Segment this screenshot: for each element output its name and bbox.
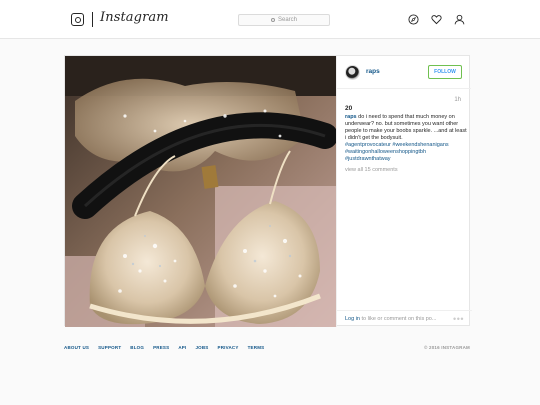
post-caption: raps do i need to spend that much money … — [345, 114, 469, 163]
login-prompt: Log in to like or comment on this po... — [345, 316, 436, 322]
search-icon — [270, 17, 275, 22]
post-photo[interactable] — [65, 56, 336, 327]
post-actions-footer: Log in to like or comment on this po... … — [337, 310, 472, 327]
caption-username[interactable]: raps — [345, 114, 357, 120]
caption-hashtag[interactable]: #agentprovocateur #weekendshenanigans — [345, 142, 469, 149]
post-header: raps FOLLOW — [337, 56, 471, 89]
lingerie-photo-image — [65, 56, 336, 327]
caption-hashtag[interactable]: #justdrawnthatway — [345, 156, 469, 163]
footer-links: ABOUT US SUPPORT BLOG PRESS API JOBS PRI… — [64, 345, 470, 350]
footer-link-about[interactable]: ABOUT US — [64, 345, 89, 350]
view-all-comments-link[interactable]: view all 15 comments — [345, 167, 398, 173]
logo-divider — [92, 12, 93, 27]
instagram-camera-icon[interactable] — [71, 13, 84, 26]
post-age[interactable]: 1h — [454, 97, 461, 103]
footer-link-press[interactable]: PRESS — [153, 345, 169, 350]
heart-icon[interactable] — [431, 14, 442, 25]
likes-count[interactable]: 20 — [345, 105, 352, 112]
copyright-text: © 2016 INSTAGRAM — [424, 345, 470, 350]
follow-button[interactable]: FOLLOW — [428, 65, 462, 79]
footer-link-privacy[interactable]: PRIVACY — [218, 345, 239, 350]
caption-text: do i need to spend that much money on un… — [345, 114, 467, 141]
more-options-icon[interactable]: ••• — [453, 314, 464, 324]
profile-icon[interactable] — [454, 14, 465, 25]
avatar[interactable] — [345, 65, 360, 80]
footer-link-api[interactable]: API — [178, 345, 186, 350]
login-link[interactable]: Log in — [345, 316, 360, 322]
page-footer: ABOUT US SUPPORT BLOG PRESS API JOBS PRI… — [64, 345, 470, 355]
footer-link-terms[interactable]: TERMS — [248, 345, 265, 350]
compass-icon[interactable] — [408, 14, 419, 25]
post-username[interactable]: raps — [366, 68, 380, 75]
top-nav-bar: Instagram Search — [0, 0, 540, 39]
search-placeholder: Search — [277, 17, 297, 23]
footer-link-support[interactable]: SUPPORT — [98, 345, 121, 350]
search-input[interactable]: Search — [238, 14, 330, 26]
caption-hashtag[interactable]: #waitingonhalloweenshoppingtbh — [345, 149, 469, 156]
likes-row: 20 1h — [345, 97, 464, 115]
post-sidebar: raps FOLLOW 20 1h raps do i need to spen… — [336, 56, 472, 327]
footer-link-blog[interactable]: BLOG — [130, 345, 144, 350]
post-card: raps FOLLOW 20 1h raps do i need to spen… — [64, 55, 472, 327]
login-prompt-text: to like or comment on this po... — [360, 316, 437, 322]
instagram-wordmark-logo[interactable]: Instagram — [100, 10, 169, 25]
footer-link-jobs[interactable]: JOBS — [195, 345, 208, 350]
